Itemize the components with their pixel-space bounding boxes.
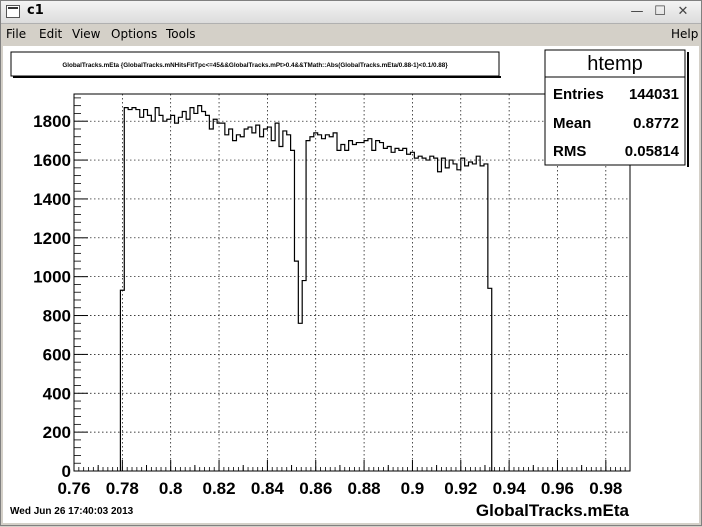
y-tick-label: 400 [43,384,71,403]
x-tick-label: 0.9 [401,479,425,498]
x-tick-label: 0.78 [106,479,139,498]
y-tick-label: 200 [43,423,71,442]
x-tick-label: 0.96 [541,479,574,498]
x-tick-label: 0.82 [202,479,235,498]
menu-tools[interactable]: Tools [166,27,196,41]
stats-rms-label: RMS [553,143,586,160]
y-tick-label: 1400 [33,190,71,209]
stats-name: htemp [587,53,643,75]
x-tick-label: 0.76 [57,479,90,498]
timestamp: Wed Jun 26 17:40:03 2013 [10,506,134,517]
menu-edit[interactable]: Edit [39,27,62,41]
close-icon[interactable]: ✕ [675,4,691,19]
menu-view[interactable]: View [72,27,100,41]
stats-entries-value: 144031 [629,86,679,103]
histogram-title: GlobalTracks.mEta {GlobalTracks.mNHitsFi… [62,62,448,69]
y-tick-label: 800 [43,307,71,326]
title-bar[interactable]: c1 — ☐ ✕ [1,1,701,24]
menu-options[interactable]: Options [111,27,157,41]
x-tick-label: 0.94 [493,479,527,498]
y-tick-label: 1200 [33,229,71,248]
stats-mean-label: Mean [553,115,591,132]
y-tick-label: 0 [62,462,71,481]
menu-bar: File Edit View Options Tools Help [1,24,701,44]
y-tick-label: 1800 [33,112,71,131]
y-tick-label: 1600 [33,151,71,170]
x-tick-label: 0.84 [251,479,285,498]
root-window: c1 — ☐ ✕ File Edit View Options Tools He… [0,0,702,526]
x-axis-title: GlobalTracks.mEta [476,501,630,520]
title-box-shadow [13,76,501,78]
stats-rms-value: 0.05814 [625,143,680,160]
histogram-plot[interactable]: 0.76 0.78 0.8 0.82 0.84 0.86 0.88 0.9 0.92 0.94 0.… [3,46,699,523]
stats-box-shadow [687,52,689,167]
window-icon [6,5,20,18]
y-tick-label: 600 [43,345,71,364]
root-canvas[interactable]: 0.76 0.78 0.8 0.82 0.84 0.86 0.88 0.9 0.92 0.94 0.… [3,46,699,523]
x-tick-label: 0.98 [589,479,622,498]
stats-entries-label: Entries [553,86,604,103]
menu-help[interactable]: Help [671,27,698,41]
menu-file[interactable]: File [6,27,26,41]
minimize-icon[interactable]: — [629,4,645,19]
window-title: c1 [27,3,44,18]
maximize-icon[interactable]: ☐ [652,4,668,19]
y-tick-label: 1000 [33,268,71,287]
x-tick-label: 0.92 [444,479,477,498]
x-tick-label: 0.8 [159,479,183,498]
stats-mean-value: 0.8772 [633,115,679,132]
x-tick-label: 0.86 [299,479,332,498]
x-tick-label: 0.88 [348,479,381,498]
